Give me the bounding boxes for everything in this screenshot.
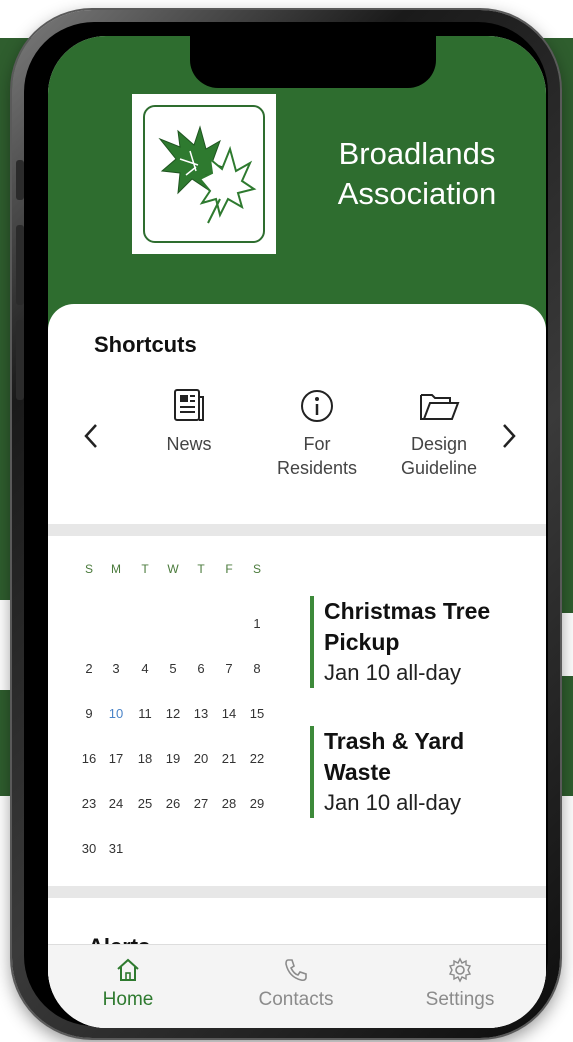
calendar-day[interactable]: 22 <box>246 751 268 766</box>
calendar-day[interactable]: 24 <box>105 796 127 811</box>
tab-contacts-label: Contacts <box>258 989 334 1010</box>
calendar-day[interactable]: 28 <box>218 796 240 811</box>
calendar-day[interactable]: 1 <box>246 616 268 631</box>
shortcut-design-label-line2: Guideline <box>400 458 478 478</box>
calendar-day[interactable]: 9 <box>78 706 100 721</box>
notch <box>190 36 436 88</box>
info-icon <box>262 384 372 428</box>
mute-switch <box>16 160 24 200</box>
calendar-day[interactable]: 25 <box>134 796 156 811</box>
calendar-weekday: S <box>252 562 261 576</box>
calendar-day[interactable]: 6 <box>190 661 212 676</box>
calendar-day[interactable]: 5 <box>162 661 184 676</box>
calendar-day[interactable]: 8 <box>246 661 268 676</box>
logo <box>132 94 276 254</box>
calendar-day[interactable]: 13 <box>190 706 212 721</box>
chevron-left-icon <box>84 424 97 448</box>
section-divider <box>48 886 546 898</box>
shortcut-news[interactable]: News <box>134 384 244 456</box>
shortcut-design-label-line1: Design <box>410 434 468 454</box>
gear-icon <box>400 955 520 985</box>
section-divider <box>48 524 546 536</box>
phone-icon <box>236 955 356 985</box>
newspaper-icon <box>134 384 244 428</box>
phone-frame: Broadlands Association Shortcuts News Fo… <box>12 10 560 1038</box>
calendar-day[interactable]: 18 <box>134 751 156 766</box>
calendar-day[interactable]: 27 <box>190 796 212 811</box>
calendar-weekday: T <box>141 562 149 576</box>
calendar-day[interactable]: 19 <box>162 751 184 766</box>
event-title-line1: Christmas Tree <box>324 598 491 624</box>
calendar-weekday: M <box>111 562 121 576</box>
calendar-day[interactable]: 4 <box>134 661 156 676</box>
calendar-weekday: F <box>225 562 233 576</box>
calendar-day[interactable]: 10 <box>105 706 127 721</box>
phone-screen: Broadlands Association Shortcuts News Fo… <box>48 36 546 1028</box>
calendar-weekday: W <box>167 562 179 576</box>
calendar-day[interactable]: 20 <box>190 751 212 766</box>
calendar-day[interactable]: 16 <box>78 751 100 766</box>
calendar-day[interactable]: 12 <box>162 706 184 721</box>
tab-settings[interactable]: Settings <box>400 955 520 1011</box>
calendar-day[interactable]: 15 <box>246 706 268 721</box>
tab-bar: Home Contacts Settings <box>48 944 546 1028</box>
tab-settings-label: Settings <box>425 989 495 1010</box>
calendar-day[interactable]: 14 <box>218 706 240 721</box>
event-time: Jan 10 all-day <box>324 660 461 685</box>
calendar-day[interactable]: 11 <box>134 706 156 721</box>
calendar-weekday: T <box>197 562 205 576</box>
folder-icon <box>384 384 494 428</box>
event-time: Jan 10 all-day <box>324 790 461 815</box>
volume-up-button <box>16 225 24 305</box>
event-title-line2: Pickup <box>324 629 400 655</box>
shortcuts-heading: Shortcuts <box>94 332 197 357</box>
calendar-day[interactable]: 2 <box>78 661 100 676</box>
event-item[interactable]: Christmas Tree Pickup Jan 10 all-day <box>310 596 544 688</box>
chevron-right-icon <box>503 424 516 448</box>
event-title-line1: Trash & Yard <box>324 728 465 754</box>
shortcut-for-residents-label-line1: For <box>303 434 331 454</box>
home-icon <box>68 955 188 985</box>
event-item[interactable]: Trash & Yard Waste Jan 10 all-day <box>310 726 544 818</box>
shortcut-design-guideline[interactable]: Design Guideline <box>384 384 494 480</box>
shortcuts-prev-button[interactable] <box>82 422 100 457</box>
calendar-day[interactable]: 3 <box>105 661 127 676</box>
maple-leaf-logo-icon <box>143 105 265 243</box>
event-title-line2: Waste <box>324 759 391 785</box>
calendar-day[interactable]: 17 <box>105 751 127 766</box>
tab-home-label: Home <box>102 989 154 1010</box>
app-title-line2: Association <box>337 176 497 211</box>
calendar-day[interactable]: 23 <box>78 796 100 811</box>
shortcut-news-label: News <box>166 434 212 454</box>
calendar-day[interactable]: 31 <box>105 841 127 856</box>
app-title-line1: Broadlands <box>338 136 496 171</box>
shortcut-for-residents-label-line2: Residents <box>276 458 358 478</box>
calendar-day[interactable]: 30 <box>78 841 100 856</box>
shortcut-for-residents[interactable]: For Residents <box>262 384 372 480</box>
calendar-day[interactable]: 21 <box>218 751 240 766</box>
volume-down-button <box>16 320 24 400</box>
calendar-day[interactable]: 26 <box>162 796 184 811</box>
tab-home[interactable]: Home <box>68 955 188 1011</box>
calendar-day[interactable]: 29 <box>246 796 268 811</box>
app-title: Broadlands Association <box>292 134 542 214</box>
tab-contacts[interactable]: Contacts <box>236 955 356 1011</box>
shortcuts-next-button[interactable] <box>500 422 518 457</box>
content-card: Shortcuts News For Residents Design Guid… <box>48 304 546 1028</box>
calendar-day[interactable]: 7 <box>218 661 240 676</box>
calendar-weekday: S <box>84 562 93 576</box>
